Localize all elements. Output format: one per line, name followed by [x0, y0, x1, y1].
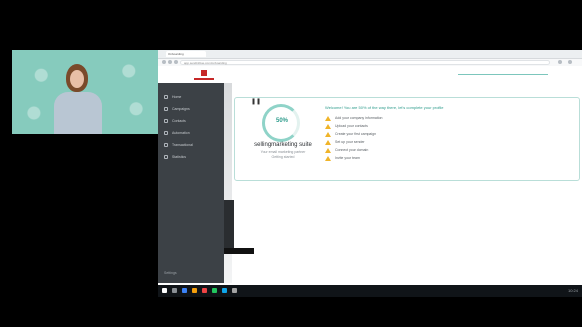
browser-toolbar: app.sendinblue.com/onboarding [158, 59, 582, 66]
checklist: Add your company information Upload your… [325, 114, 485, 162]
video-artifact [224, 200, 234, 250]
sidebar-item-contacts[interactable]: Contacts [164, 117, 220, 125]
sidebar-item-transactional[interactable]: Transactional [164, 141, 220, 149]
checklist-item-label: Invite your team [335, 156, 360, 160]
sidebar-item-home[interactable]: Home [164, 93, 220, 101]
automation-icon [164, 131, 168, 135]
contacts-icon [164, 119, 168, 123]
file-explorer-icon[interactable] [182, 288, 187, 293]
sidebar-item-label: Campaigns [172, 107, 190, 111]
app-header [158, 67, 582, 83]
webcam-feed [12, 50, 158, 134]
checklist-item[interactable]: Connect your domain [325, 146, 485, 154]
sidebar-item-campaigns[interactable]: Campaigns [164, 105, 220, 113]
sidebar-item-automation[interactable]: Automation [164, 129, 220, 137]
presenter [50, 64, 106, 134]
windows-start-icon[interactable] [162, 288, 167, 293]
back-icon[interactable] [162, 60, 166, 64]
pause-icon[interactable]: ❚❚ [251, 99, 261, 105]
warning-icon [325, 155, 331, 161]
reload-icon[interactable] [174, 60, 178, 64]
search-icon[interactable] [172, 288, 177, 293]
taskbar: 10:24 [158, 285, 582, 297]
statistics-icon [164, 155, 168, 159]
progress-label: 50% [275, 118, 288, 124]
checklist-item[interactable]: Add your company information [325, 114, 485, 122]
checklist-title: Welcome! You are 50% of the way there, l… [325, 105, 444, 110]
checklist-item-label: Add your company information [335, 116, 383, 120]
extension-icon[interactable] [558, 60, 562, 64]
checklist-item-label: Connect your domain [335, 148, 369, 152]
checklist-item-label: Create your first campaign [335, 132, 377, 136]
shared-screen: Onboarding app.sendinblue.com/onboarding… [158, 50, 582, 297]
checklist-item[interactable]: Create your first campaign [325, 130, 485, 138]
home-icon [164, 95, 168, 99]
taskbar-clock: 10:24 [567, 288, 578, 293]
app-icon[interactable] [212, 288, 217, 293]
campaign-icon [164, 107, 168, 111]
transactional-icon [164, 143, 168, 147]
presenter-face [70, 70, 84, 88]
browser-tab-strip: Onboarding [158, 50, 582, 59]
address-bar[interactable]: app.sendinblue.com/onboarding [180, 60, 550, 65]
app-logo[interactable] [194, 70, 214, 80]
checklist-item[interactable]: Invite your team [325, 154, 485, 162]
sidebar-item-label: Home [172, 95, 182, 99]
menu-icon[interactable] [568, 60, 572, 64]
checklist-item-label: Upload your contacts [335, 124, 368, 128]
sidebar-item-label: Contacts [172, 119, 186, 123]
outlook-icon[interactable] [222, 288, 227, 293]
sidebar-footer[interactable]: Settings [164, 271, 177, 275]
folder-icon[interactable] [192, 288, 197, 293]
onboarding-card: ❚❚ 50% sellingmarketing suite Your email… [234, 97, 580, 181]
brand-tagline: Your email marketing partner [260, 150, 306, 154]
sidebar-item-label: Statistics [172, 155, 187, 159]
sidebar-item-statistics[interactable]: Statistics [164, 153, 220, 161]
presenter-body [54, 92, 102, 134]
video-artifact [224, 248, 254, 254]
sidebar: Home Campaigns Contacts Automation Trans… [158, 83, 224, 283]
browser-tab[interactable]: Onboarding [166, 51, 206, 57]
warning-icon [325, 115, 331, 121]
checklist-item[interactable]: Set up your sender [325, 138, 485, 146]
header-divider [458, 74, 548, 75]
brand-tagline-secondary: Getting started [271, 155, 295, 159]
settings-icon[interactable] [232, 288, 237, 293]
forward-icon[interactable] [168, 60, 172, 64]
warning-icon [325, 139, 331, 145]
taskbar-icons [162, 288, 237, 293]
checklist-item[interactable]: Upload your contacts [325, 122, 485, 130]
warning-icon [325, 147, 331, 153]
warning-icon [325, 123, 331, 129]
checklist-item-label: Set up your sender [335, 140, 365, 144]
sidebar-item-label: Automation [172, 131, 190, 135]
sidebar-item-label: Transactional [172, 143, 193, 147]
warning-icon [325, 131, 331, 137]
brand-name: sellingmarketing suite [254, 142, 312, 148]
chrome-icon[interactable] [202, 288, 207, 293]
